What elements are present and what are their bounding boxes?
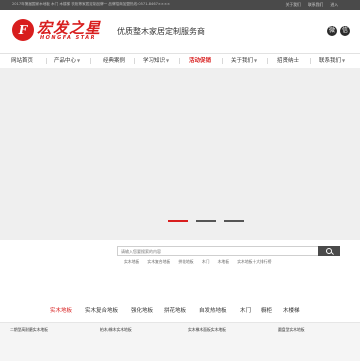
tab-laminate-floor[interactable]: 强化地板: [131, 305, 153, 318]
tab-wood-stairs[interactable]: 木楼梯: [283, 305, 300, 318]
nav-item-label: 学习知识: [142, 58, 165, 64]
nav-item-label: 关于我们: [230, 58, 253, 64]
product-name: 柏木/橡木实木地板: [100, 327, 132, 332]
product-card[interactable]: 实木橡木面板实木地板: [188, 323, 268, 361]
search-input[interactable]: [118, 247, 294, 255]
nav-divider: [90, 58, 91, 64]
hot-keyword[interactable]: 木地板: [218, 259, 229, 264]
product-grid: 二期型高耐磨实木地板 柏木/橡木实木地板 实木橡木面板实木地板 圆盘型实木地板: [0, 322, 360, 361]
nav-divider: [310, 58, 311, 64]
top-link-enter[interactable]: 进入: [330, 2, 338, 7]
nav-item-products[interactable]: 产品中心▼: [49, 54, 85, 68]
top-link-about[interactable]: 关于我们: [286, 2, 301, 7]
chevron-down-icon: ▼: [165, 58, 170, 63]
wechat-icon[interactable]: 信: [340, 26, 350, 36]
logo-subtext: HONGFA STAR: [40, 35, 96, 41]
hot-keyword[interactable]: 木门: [202, 259, 210, 264]
search-box: [117, 246, 340, 256]
hot-keyword[interactable]: 实木地板十大排行榜: [237, 259, 271, 264]
hot-keyword[interactable]: 实木复合地板: [147, 259, 170, 264]
chevron-down-icon: ▼: [253, 58, 258, 63]
carousel-dot[interactable]: [168, 220, 188, 222]
nav-item-label: 产品中心: [53, 58, 76, 64]
main-nav: 网站首页 产品中心▼ 经典案例 学习知识▼ 活动促销 关于我们▼ 招贤纳士 联系…: [0, 53, 360, 69]
weibo-glyph: 微: [328, 27, 335, 34]
nav-divider: [267, 58, 268, 64]
product-card[interactable]: 二期型高耐磨实木地板: [10, 323, 90, 361]
nav-item-knowledge[interactable]: 学习知识▼: [138, 54, 174, 68]
tab-solid-wood-floor[interactable]: 实木地板: [50, 305, 72, 318]
product-name: 圆盘型实木地板: [278, 327, 305, 332]
nav-divider: [134, 58, 135, 64]
nav-item-label: 网站首页: [10, 58, 33, 64]
nav-item-promotion[interactable]: 活动促销: [182, 54, 218, 68]
hot-keyword[interactable]: 实木地板: [124, 259, 139, 264]
tab-parquet-floor[interactable]: 拼花地板: [164, 305, 186, 318]
carousel-dot[interactable]: [196, 220, 216, 222]
product-category-tabs: 实木地板 实木复合地板 强化地板 拼花地板 自发热地板 木门 橱柜 木楼梯: [0, 305, 360, 318]
top-bar: 2017年第届国家木地板 木门 木楼梯 衣柜等家居定制品牌一 品牌招商加盟热线:…: [0, 0, 360, 10]
top-link-contact[interactable]: 联系我们: [308, 2, 323, 7]
nav-divider: [179, 58, 180, 64]
nav-item-about[interactable]: 关于我们▼: [226, 54, 262, 68]
product-card[interactable]: 圆盘型实木地板: [278, 323, 358, 361]
search-icon-handle: [331, 252, 334, 255]
product-name: 二期型高耐磨实木地板: [10, 327, 48, 332]
hot-keywords: 实木地板 实木复合地板 拼花地板 木门 木地板 实木地板十大排行榜: [124, 259, 278, 265]
product-card[interactable]: 柏木/橡木实木地板: [100, 323, 180, 361]
product-name: 实木橡木面板实木地板: [188, 327, 226, 332]
weibo-icon[interactable]: 微: [327, 26, 337, 36]
top-links: 关于我们 联系我们 进入: [280, 2, 338, 8]
nav-item-label: 经典案例: [102, 58, 125, 64]
nav-item-contact[interactable]: 联系我们▼: [314, 54, 350, 68]
logo-icon[interactable]: F: [12, 19, 34, 41]
nav-divider: [222, 58, 223, 64]
nav-item-cases[interactable]: 经典案例: [96, 54, 132, 68]
carousel-dot[interactable]: [224, 220, 244, 222]
nav-item-careers[interactable]: 招贤纳士: [270, 54, 306, 68]
tab-engineered-floor[interactable]: 实木复合地板: [85, 305, 118, 318]
site-slogan: 优质整木家居定制服务商: [117, 27, 205, 36]
chevron-down-icon: ▼: [76, 58, 81, 63]
hero-banner: [0, 68, 360, 240]
tab-wood-door[interactable]: 木门: [240, 305, 251, 318]
search-button[interactable]: [318, 246, 340, 256]
tab-cabinet[interactable]: 橱柜: [261, 305, 272, 318]
nav-item-label: 招贤纳士: [276, 58, 299, 64]
top-notice: 2017年第届国家木地板 木门 木楼梯 衣柜等家居定制品牌一 品牌招商加盟热线:…: [12, 2, 170, 6]
nav-divider: [46, 58, 47, 64]
nav-item-home[interactable]: 网站首页: [4, 54, 40, 68]
hot-keyword[interactable]: 拼花地板: [178, 259, 193, 264]
nav-item-label: 联系我们: [318, 58, 341, 64]
wechat-glyph: 信: [341, 27, 348, 34]
tab-heated-floor[interactable]: 自发热地板: [199, 305, 227, 318]
nav-item-label: 活动促销: [188, 58, 211, 64]
chevron-down-icon: ▼: [341, 58, 346, 63]
